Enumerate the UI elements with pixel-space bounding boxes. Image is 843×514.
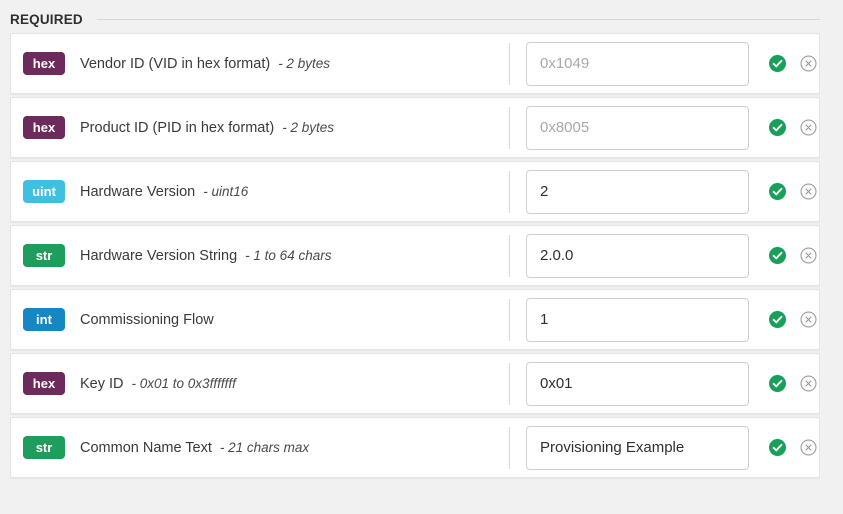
field-hint: - 2 bytes (278, 56, 330, 71)
field-row-left: hex Key ID - 0x01 to 0x3fffffff (23, 372, 509, 395)
type-badge-hex: hex (23, 52, 65, 75)
field-row-right (510, 169, 827, 214)
field-row-right (510, 41, 827, 86)
check-circle-icon (769, 375, 786, 392)
field-row-left: str Common Name Text - 21 chars max (23, 436, 509, 459)
circle-x-icon[interactable] (800, 375, 817, 392)
check-circle-icon (769, 119, 786, 136)
circle-x-icon[interactable] (800, 119, 817, 136)
field-label: Key ID (80, 375, 124, 392)
type-badge-hex: hex (23, 372, 65, 395)
field-hint: - 21 chars max (219, 440, 310, 455)
field-rows-list: hex Vendor ID (VID in hex format) - 2 byte… (10, 33, 820, 478)
field-hint: - 2 bytes (282, 120, 334, 135)
field-label: Common Name Text (80, 439, 212, 456)
section-header: REQUIRED (0, 0, 843, 28)
field-value-input[interactable] (526, 425, 749, 470)
type-badge-uint: uint (23, 180, 65, 203)
section-title: REQUIRED (10, 11, 83, 27)
field-row-left: int Commissioning Flow (23, 308, 509, 331)
field-row-right (510, 105, 827, 150)
section-divider-rule (96, 18, 820, 20)
field-label: Vendor ID (VID in hex format) (80, 55, 271, 72)
field-row-left: str Hardware Version String - 1 to 64 char… (23, 244, 509, 267)
field-row: hex Vendor ID (VID in hex format) - 2 byte… (10, 33, 820, 94)
circle-x-icon[interactable] (800, 311, 817, 328)
check-circle-icon (769, 183, 786, 200)
field-value-input[interactable] (526, 233, 749, 278)
field-value-input[interactable] (526, 297, 749, 342)
check-circle-icon (769, 247, 786, 264)
required-fields-page: REQUIRED hex Vendor ID (VID in hex format… (0, 0, 843, 514)
field-value-input[interactable] (526, 41, 749, 86)
type-badge-str: str (23, 436, 65, 459)
check-circle-icon (769, 439, 786, 456)
field-hint: - 1 to 64 chars (245, 248, 332, 263)
field-row-left: hex Vendor ID (VID in hex format) - 2 byte… (23, 52, 509, 75)
field-value-input[interactable] (526, 105, 749, 150)
field-label: Hardware Version (80, 183, 196, 200)
field-row-right (510, 297, 827, 342)
type-badge-hex: hex (23, 116, 65, 139)
field-label: Hardware Version String (80, 247, 238, 264)
circle-x-icon[interactable] (800, 183, 817, 200)
field-row-right (510, 361, 827, 406)
field-row-right (510, 233, 827, 278)
field-label: Commissioning Flow (80, 311, 214, 328)
field-row: uint Hardware Version - uint16 (10, 161, 820, 222)
field-row: hex Key ID - 0x01 to 0x3fffffff (10, 353, 820, 414)
field-row-right (510, 425, 827, 470)
type-badge-int: int (23, 308, 65, 331)
field-row: str Common Name Text - 21 chars max (10, 417, 820, 478)
circle-x-icon[interactable] (800, 247, 817, 264)
field-label: Product ID (PID in hex format) (80, 119, 275, 136)
field-row-left: hex Product ID (PID in hex format) - 2 byt… (23, 116, 509, 139)
circle-x-icon[interactable] (800, 439, 817, 456)
field-row-left: uint Hardware Version - uint16 (23, 180, 509, 203)
field-value-input[interactable] (526, 361, 749, 406)
type-badge-str: str (23, 244, 65, 267)
field-hint: - 0x01 to 0x3fffffff (131, 376, 236, 391)
field-value-input[interactable] (526, 169, 749, 214)
field-row: str Hardware Version String - 1 to 64 char… (10, 225, 820, 286)
check-circle-icon (769, 55, 786, 72)
field-row: hex Product ID (PID in hex format) - 2 byt… (10, 97, 820, 158)
field-hint: - uint16 (203, 184, 249, 199)
field-row: int Commissioning Flow (10, 289, 820, 350)
check-circle-icon (769, 311, 786, 328)
circle-x-icon[interactable] (800, 55, 817, 72)
